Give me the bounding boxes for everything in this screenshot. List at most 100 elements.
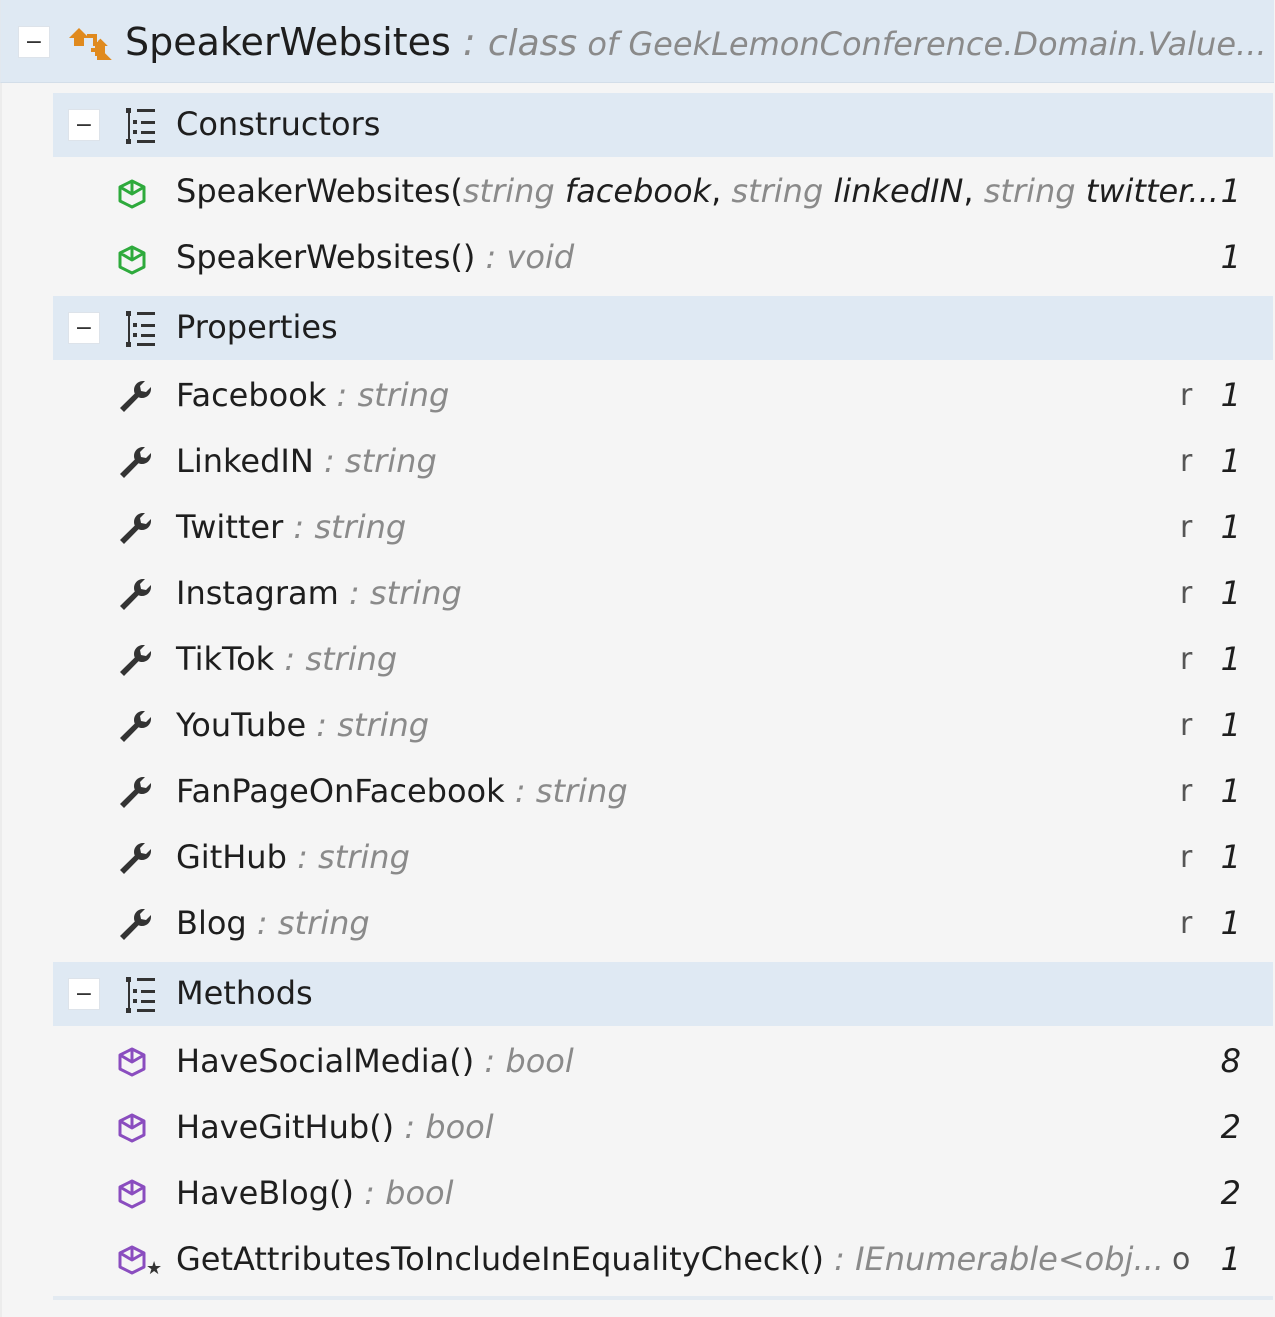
property-signature: Facebook : string bbox=[176, 376, 449, 414]
list-tree-icon bbox=[123, 105, 159, 145]
readonly-flag: r bbox=[1180, 444, 1193, 479]
wrench-icon bbox=[116, 774, 154, 812]
method-cube-icon bbox=[116, 1178, 148, 1210]
param-type: string bbox=[983, 172, 1086, 210]
property-signature: Instagram : string bbox=[176, 574, 462, 612]
tree-bottom-divider bbox=[53, 1296, 1273, 1300]
usage-count: 1 bbox=[1220, 574, 1241, 612]
constructor-cube-icon bbox=[116, 178, 148, 210]
constructor-row[interactable]: SpeakerWebsites() : void 1 bbox=[0, 226, 1275, 292]
group-methods[interactable]: − Methods bbox=[53, 962, 1273, 1026]
class-separator: : bbox=[450, 20, 488, 64]
property-signature: Blog : string bbox=[176, 904, 370, 942]
usage-count: 1 bbox=[1220, 706, 1241, 744]
property-name: Facebook bbox=[176, 376, 327, 414]
property-row[interactable]: Instagram : string r 1 bbox=[0, 562, 1275, 628]
param-separator: , bbox=[711, 172, 732, 210]
property-row[interactable]: GitHub : string r 1 bbox=[0, 826, 1275, 892]
property-signature: FanPageOnFacebook : string bbox=[176, 772, 628, 810]
readonly-flag: r bbox=[1180, 840, 1193, 875]
property-name: FanPageOnFacebook bbox=[176, 772, 505, 810]
collapse-class-toggle[interactable]: − bbox=[18, 26, 50, 58]
property-type: : string bbox=[246, 904, 370, 942]
method-signature: GetAttributesToIncludeInEqualityCheck() … bbox=[176, 1240, 1164, 1278]
param-type: string bbox=[462, 172, 565, 210]
property-row[interactable]: FanPageOnFacebook : string r 1 bbox=[0, 760, 1275, 826]
method-name: HaveSocialMedia() bbox=[176, 1042, 475, 1080]
method-row[interactable]: HaveSocialMedia() : bool 8 bbox=[0, 1030, 1275, 1096]
property-name: LinkedIN bbox=[176, 442, 314, 480]
class-namespace: GeekLemonConference.Domain.Value... bbox=[628, 25, 1267, 63]
group-properties[interactable]: − Properties bbox=[53, 296, 1273, 360]
wrench-icon bbox=[116, 906, 154, 944]
readonly-flag: r bbox=[1180, 510, 1193, 545]
property-row[interactable]: LinkedIN : string r 1 bbox=[0, 430, 1275, 496]
param-type: string bbox=[731, 172, 834, 210]
param-name: twitter... bbox=[1085, 172, 1219, 210]
method-return-type: : IEnumerable<obj... bbox=[823, 1240, 1164, 1278]
class-header-row[interactable]: − SpeakerWebsites : class of GeekLemonCo… bbox=[0, 0, 1274, 83]
collapse-constructors-toggle[interactable]: − bbox=[68, 109, 100, 141]
method-name: GetAttributesToIncludeInEqualityCheck() bbox=[176, 1240, 824, 1278]
property-row[interactable]: TikTok : string r 1 bbox=[0, 628, 1275, 694]
property-name: Twitter bbox=[176, 508, 284, 546]
method-cube-icon bbox=[116, 1112, 148, 1144]
usage-count: 1 bbox=[1220, 442, 1241, 480]
usage-count: 1 bbox=[1220, 508, 1241, 546]
constructor-signature: SpeakerWebsites(string facebook, string … bbox=[176, 172, 1219, 210]
method-row[interactable]: HaveBlog() : bool 2 bbox=[0, 1162, 1275, 1228]
property-type: : string bbox=[326, 376, 450, 414]
property-name: Blog bbox=[176, 904, 247, 942]
constructor-name: SpeakerWebsites( bbox=[176, 172, 463, 210]
collapse-properties-toggle[interactable]: − bbox=[68, 312, 100, 344]
property-signature: TikTok : string bbox=[176, 640, 397, 678]
property-type: : string bbox=[306, 706, 430, 744]
wrench-icon bbox=[116, 444, 154, 482]
class-name: SpeakerWebsites bbox=[125, 20, 451, 64]
group-label-properties: Properties bbox=[176, 308, 338, 346]
property-signature: LinkedIN : string bbox=[176, 442, 437, 480]
property-row[interactable]: YouTube : string r 1 bbox=[0, 694, 1275, 760]
constructor-cube-icon bbox=[116, 244, 148, 276]
property-row[interactable]: Blog : string r 1 bbox=[0, 892, 1275, 958]
property-row[interactable]: Twitter : string r 1 bbox=[0, 496, 1275, 562]
method-signature: HaveGitHub() : bool bbox=[176, 1108, 494, 1146]
wrench-icon bbox=[116, 642, 154, 680]
method-signature: HaveBlog() : bool bbox=[176, 1174, 453, 1212]
wrench-icon bbox=[116, 708, 154, 746]
wrench-icon bbox=[116, 378, 154, 416]
readonly-flag: r bbox=[1180, 774, 1193, 809]
method-cube-icon bbox=[116, 1244, 148, 1276]
readonly-flag: r bbox=[1180, 378, 1193, 413]
property-signature: Twitter : string bbox=[176, 508, 406, 546]
property-type: : string bbox=[283, 508, 407, 546]
override-flag: o bbox=[1172, 1242, 1191, 1277]
method-name: HaveBlog() bbox=[176, 1174, 354, 1212]
property-row[interactable]: Facebook : string r 1 bbox=[0, 364, 1275, 430]
method-return-type: : bool bbox=[474, 1042, 574, 1080]
class-view-tree: − SpeakerWebsites : class of GeekLemonCo… bbox=[0, 0, 1275, 1317]
usage-count: 1 bbox=[1220, 172, 1241, 210]
property-name: Instagram bbox=[176, 574, 339, 612]
property-name: YouTube bbox=[176, 706, 307, 744]
property-name: GitHub bbox=[176, 838, 287, 876]
constructor-row[interactable]: SpeakerWebsites(string facebook, string … bbox=[0, 160, 1275, 226]
readonly-flag: r bbox=[1180, 642, 1193, 677]
group-constructors[interactable]: − Constructors bbox=[53, 93, 1273, 157]
usage-count: 8 bbox=[1220, 1042, 1241, 1080]
usage-count: 1 bbox=[1220, 640, 1241, 678]
readonly-flag: r bbox=[1180, 576, 1193, 611]
property-signature: GitHub : string bbox=[176, 838, 410, 876]
group-label-constructors: Constructors bbox=[176, 105, 381, 143]
param-name: facebook bbox=[564, 172, 712, 210]
property-type: : string bbox=[313, 442, 437, 480]
property-type: : string bbox=[286, 838, 410, 876]
readonly-flag: r bbox=[1180, 708, 1193, 743]
usage-count: 1 bbox=[1220, 376, 1241, 414]
method-row[interactable]: ★ GetAttributesToIncludeInEqualityCheck()… bbox=[0, 1228, 1275, 1294]
usage-count: 1 bbox=[1220, 238, 1241, 276]
readonly-flag: r bbox=[1180, 906, 1193, 941]
property-type: : string bbox=[504, 772, 628, 810]
method-row[interactable]: HaveGitHub() : bool 2 bbox=[0, 1096, 1275, 1162]
collapse-methods-toggle[interactable]: − bbox=[68, 978, 100, 1010]
